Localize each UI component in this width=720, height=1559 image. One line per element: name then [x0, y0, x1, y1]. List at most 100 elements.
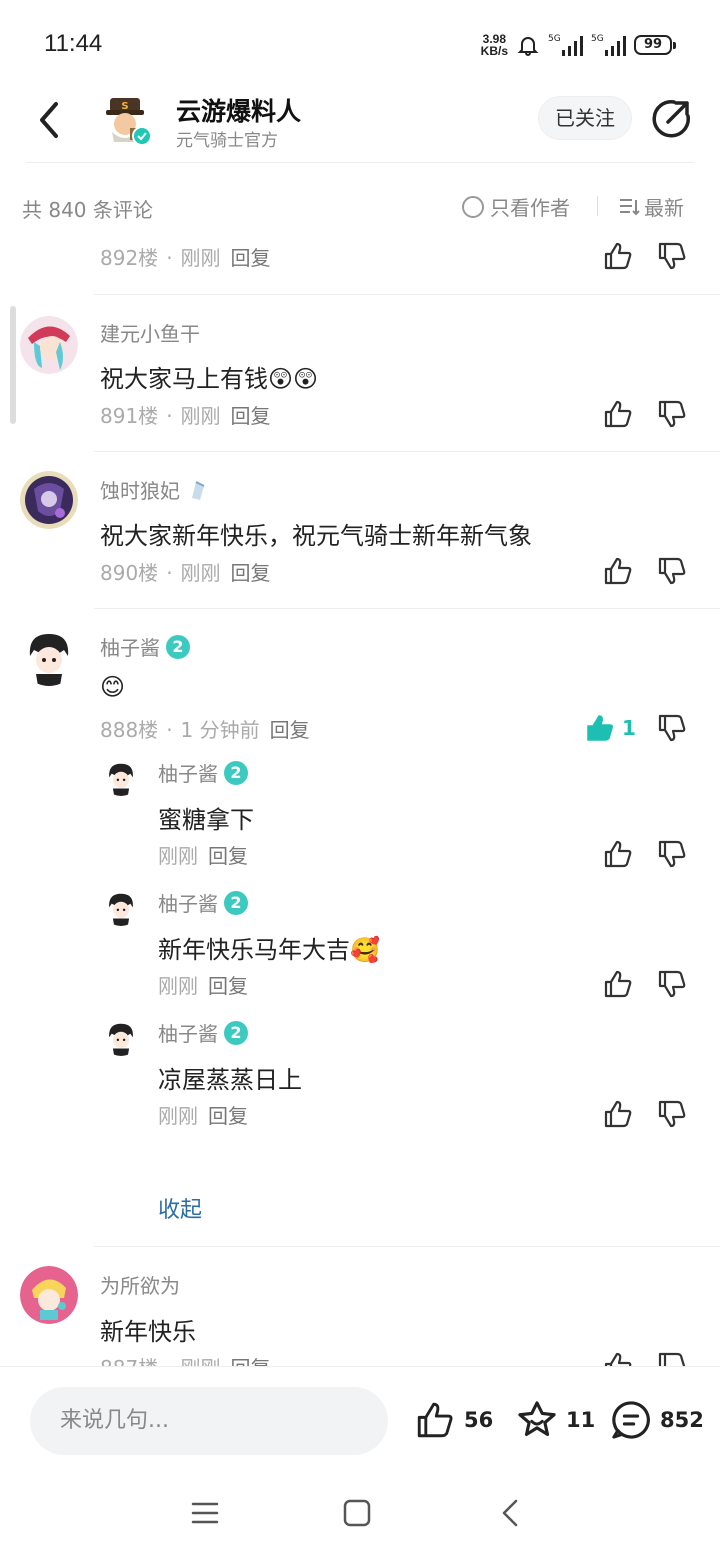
bell-icon — [517, 37, 539, 56]
avatar[interactable] — [103, 760, 139, 796]
author-name[interactable]: 云游爆料人 — [176, 92, 301, 128]
system-back-icon[interactable] — [496, 1498, 526, 1528]
comment-username[interactable]: 为所欲为 — [100, 1270, 180, 1299]
reply-text: 蜜糖拿下 — [158, 806, 254, 834]
thumbs-up-icon[interactable] — [602, 968, 634, 1000]
verified-badge-icon — [132, 126, 152, 146]
menu-icon[interactable] — [190, 1498, 220, 1528]
comment-username[interactable]: 建元小鱼干 — [100, 318, 200, 347]
comment-username[interactable]: 蚀时狼妃 — [100, 475, 210, 504]
avatar[interactable] — [103, 890, 139, 926]
thumbs-up-icon[interactable] — [602, 240, 634, 272]
post-favorite-button[interactable]: 11 — [516, 1399, 595, 1441]
bottom-action-bar: 来说几句... 56 11 852 — [0, 1366, 720, 1466]
status-bar: 11:44 3.98 KB/s 5G 5G 99 — [0, 0, 720, 84]
avatar[interactable] — [20, 628, 78, 686]
thumbs-up-icon[interactable] — [602, 1350, 634, 1366]
scroll-indicator — [10, 306, 16, 424]
reply-button[interactable]: 回复 — [270, 718, 310, 742]
comment-meta: 890楼 · 刚刚 回复 — [100, 561, 271, 585]
thumbs-up-icon[interactable] — [602, 1098, 634, 1130]
level-badge: 2 — [166, 634, 190, 659]
thumbs-down-icon[interactable] — [656, 712, 690, 744]
like-button-active[interactable]: 1 — [584, 712, 636, 744]
net-speed: 3.98 KB/s — [480, 32, 508, 58]
sort-button[interactable]: 最新 — [618, 192, 684, 221]
avatar[interactable] — [20, 1266, 78, 1324]
reply-username[interactable]: 柚子酱 2 — [158, 888, 248, 917]
thumbs-down-icon[interactable] — [656, 968, 690, 1000]
comment-divider — [94, 1246, 720, 1247]
reply-username[interactable]: 柚子酱 2 — [158, 1018, 248, 1047]
thumbs-down-icon[interactable] — [656, 1350, 690, 1366]
comment-meta: 888楼 · 1 分钟前 回复 — [100, 718, 310, 742]
share-icon[interactable] — [652, 98, 692, 138]
comment-meta: 891楼 · 刚刚 回复 — [100, 404, 271, 428]
comment-count: 共 840 条评论 — [22, 198, 153, 222]
system-nav-bar — [0, 1466, 720, 1559]
avatar[interactable] — [20, 471, 78, 529]
thumbs-up-icon[interactable] — [602, 555, 634, 587]
thumbs-down-icon[interactable] — [656, 838, 690, 870]
back-arrow-icon[interactable] — [30, 98, 70, 142]
reply-button[interactable]: 回复 — [231, 404, 271, 428]
post-header: S 云游爆料人 元气骑士官方 已关注 — [0, 84, 720, 164]
signal-icon-2: 5G — [591, 34, 626, 56]
status-time: 11:44 — [44, 30, 103, 57]
star-icon — [518, 1401, 556, 1437]
avatar[interactable] — [103, 1020, 139, 1056]
author-subtitle: 元气骑士官方 — [176, 131, 278, 151]
thumbs-down-icon[interactable] — [656, 555, 690, 587]
comment-meta: 892楼 · 刚刚 回复 — [100, 246, 271, 270]
reply-meta: 刚刚 回复 — [158, 1104, 248, 1128]
reply-username[interactable]: 柚子酱 2 — [158, 758, 248, 787]
status-icons: 3.98 KB/s 5G 5G 99 — [480, 30, 676, 60]
filter-separator — [597, 196, 598, 216]
battery-icon: 99 — [634, 35, 676, 55]
reply-button[interactable]: 回复 — [231, 246, 271, 270]
level-badge: 2 — [224, 760, 248, 785]
comment-divider — [94, 294, 720, 295]
comment-text: 😊 — [100, 673, 126, 701]
reply-meta: 刚刚 回复 — [158, 974, 248, 998]
signal-icon: 5G — [548, 34, 583, 56]
comment-text: 祝大家新年快乐，祝元气骑士新年新气象 — [100, 522, 532, 550]
post-like-button[interactable]: 56 — [414, 1399, 493, 1441]
like-count: 1 — [622, 716, 636, 740]
comment-username[interactable]: 柚子酱 2 — [100, 632, 190, 661]
comment-divider — [94, 451, 720, 452]
reply-meta: 刚刚 回复 — [158, 844, 248, 868]
thumbs-down-icon[interactable] — [656, 1098, 690, 1130]
comment-input[interactable]: 来说几句... — [30, 1387, 388, 1455]
comment-filter-bar: 共 840 条评论 只看作者 最新 — [0, 180, 720, 234]
comment-divider — [94, 608, 720, 609]
comment-text: 新年快乐 — [100, 1318, 196, 1346]
reply-text: 新年快乐马年大吉🥰 — [158, 936, 380, 964]
reply-button[interactable]: 回复 — [231, 561, 271, 585]
follow-button[interactable]: 已关注 — [538, 96, 632, 140]
thumbs-down-icon[interactable] — [656, 240, 690, 272]
post-like-count: 56 — [464, 1408, 494, 1432]
comment-list[interactable]: 892楼 · 刚刚 回复 建元小鱼干 祝大家马上有钱😲😲 891楼 · 刚刚 回复 — [0, 234, 720, 1366]
only-author-toggle[interactable]: 只看作者 — [462, 192, 570, 221]
radio-icon — [462, 195, 484, 218]
comment-icon — [612, 1401, 650, 1439]
post-comment-button[interactable]: 852 — [610, 1399, 704, 1441]
reply-button[interactable]: 回复 — [231, 1356, 271, 1366]
post-favorite-count: 11 — [566, 1408, 596, 1432]
collapse-replies-button[interactable]: 收起 — [158, 1192, 202, 1224]
reply-button[interactable]: 回复 — [208, 1104, 248, 1128]
thumbs-up-icon[interactable] — [602, 838, 634, 870]
svg-text:S: S — [121, 101, 128, 112]
thumbs-down-icon[interactable] — [656, 398, 690, 430]
level-badge: 2 — [224, 890, 248, 915]
post-comment-count: 852 — [660, 1408, 704, 1432]
comment-text: 祝大家马上有钱😲😲 — [100, 365, 319, 393]
avatar[interactable] — [20, 316, 78, 374]
header-divider — [26, 162, 694, 163]
thumbs-up-icon[interactable] — [602, 398, 634, 430]
reply-button[interactable]: 回复 — [208, 974, 248, 998]
reply-text: 凉屋蒸蒸日上 — [158, 1066, 302, 1094]
home-icon[interactable] — [342, 1498, 372, 1528]
reply-button[interactable]: 回复 — [208, 844, 248, 868]
